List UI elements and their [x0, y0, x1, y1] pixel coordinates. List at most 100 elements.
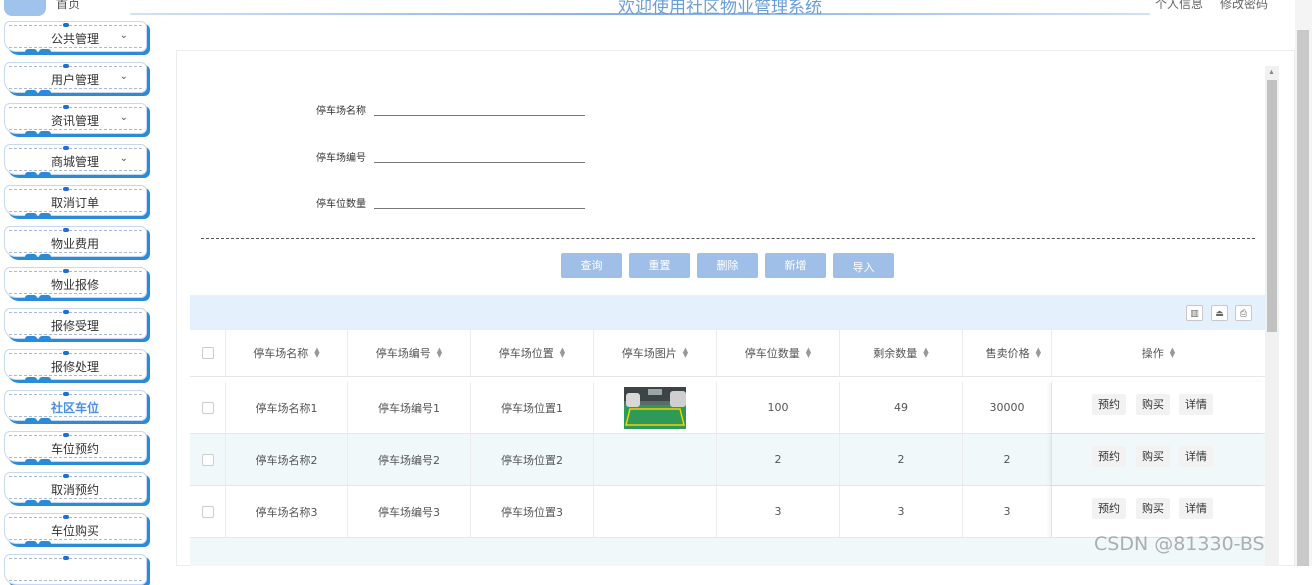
- field-label: 停车位数量: [316, 199, 366, 210]
- row-checkbox[interactable]: [201, 505, 214, 518]
- column-header[interactable]: 停车场位置 ▲ ▼: [471, 330, 594, 376]
- details-button[interactable]: 详情: [1179, 498, 1213, 519]
- menu-bubble: [25, 213, 37, 219]
- sidebar-item-repair-acceptance[interactable]: 报修受理: [4, 308, 147, 342]
- buy-button[interactable]: 购买: [1136, 498, 1170, 519]
- watermark: CSDN @81330-BS: [1094, 533, 1265, 555]
- page-title: 欢迎使用社区物业管理系统: [618, 0, 822, 18]
- menu-bubble: [39, 131, 51, 137]
- sidebar-item-cancel-order[interactable]: 取消订单: [4, 185, 147, 219]
- sidebar-item-partial[interactable]: [4, 554, 147, 585]
- parking-lot-name-input[interactable]: [374, 94, 585, 116]
- menu-bubble: [39, 90, 51, 96]
- sidebar-item-property-fee[interactable]: 物业费用: [4, 226, 147, 260]
- column-header[interactable]: 停车位数量 ▲ ▼: [717, 330, 840, 376]
- query-button[interactable]: 查询: [561, 253, 622, 278]
- reserve-button[interactable]: 预约: [1092, 446, 1126, 467]
- menu-bubble: [39, 49, 51, 55]
- sort-icon: ▲ ▼: [805, 346, 812, 359]
- sidebar-item-shop-management[interactable]: 商城管理 ⌄: [4, 144, 147, 178]
- menu-dot: [63, 474, 69, 478]
- table-row[interactable]: 停车场名称2 停车场编号2 停车场位置2 2 2 2 预约 购买 详情: [190, 434, 1265, 486]
- buy-button[interactable]: 购买: [1136, 394, 1170, 415]
- select-all-cell: [190, 330, 226, 376]
- menu-bubble: [25, 459, 37, 465]
- menu-bubble: [39, 336, 51, 342]
- page-scrollbar[interactable]: [1295, 0, 1312, 566]
- profile-link[interactable]: 个人信息: [1155, 0, 1203, 12]
- details-button[interactable]: 详情: [1179, 394, 1213, 415]
- sort-icon: ▲ ▼: [314, 346, 320, 359]
- column-header[interactable]: 剩余数量 ▲ ▼: [840, 330, 963, 376]
- menu-bubble: [39, 459, 51, 465]
- menu-bubble: [39, 172, 51, 178]
- menu-bubble: [25, 90, 37, 96]
- column-header[interactable]: 停车场名称 ▲ ▼: [226, 330, 348, 376]
- home-link[interactable]: 首页: [56, 0, 80, 12]
- panel-scrollbar[interactable]: ▲: [1265, 66, 1279, 566]
- select-all-checkbox[interactable]: [201, 347, 214, 359]
- sidebar-item-label: 报修受理: [50, 319, 99, 333]
- menu-bubble: [39, 500, 51, 506]
- sidebar-item-user-management[interactable]: 用户管理 ⌄: [4, 62, 147, 96]
- column-header[interactable]: 停车场编号 ▲ ▼: [348, 330, 471, 376]
- parking-lot-image[interactable]: [624, 386, 686, 429]
- buy-button[interactable]: 购买: [1136, 446, 1170, 467]
- column-header[interactable]: 售卖价格 ▲ ▼: [963, 330, 1052, 376]
- sidebar-item-label: 车位购买: [50, 524, 99, 538]
- scrollbar-thumb[interactable]: [1267, 80, 1277, 332]
- sidebar-item-public-management[interactable]: 公共管理 ⌄: [4, 21, 147, 55]
- details-button[interactable]: 详情: [1179, 446, 1213, 467]
- cell-code: 停车场编号2: [348, 434, 471, 485]
- cell-name: 停车场名称1: [226, 382, 348, 433]
- add-button[interactable]: 新增: [765, 253, 826, 278]
- table-row[interactable]: 停车场名称1 停车场编号1 停车场位置1 100 49 30000 预约 购买: [190, 382, 1265, 434]
- sort-icon: ▲ ▼: [1169, 346, 1176, 359]
- reserve-button[interactable]: 预约: [1092, 394, 1126, 415]
- column-header[interactable]: 操作 ▲ ▼: [1052, 330, 1265, 376]
- export-icon[interactable]: ⏏: [1211, 305, 1228, 321]
- parking-space-count-input[interactable]: [374, 187, 585, 209]
- menu-dot: [63, 228, 69, 232]
- sidebar-item-repair-handling[interactable]: 报修处理: [4, 349, 147, 383]
- scroll-up-icon[interactable]: ▲: [1268, 69, 1275, 76]
- delete-button[interactable]: 删除: [697, 253, 758, 278]
- menu-bubble: [39, 254, 51, 260]
- change-password-link[interactable]: 修改密码: [1220, 0, 1268, 12]
- row-checkbox[interactable]: [201, 453, 214, 466]
- menu-bubble: [25, 49, 37, 55]
- import-button[interactable]: 导入: [833, 253, 894, 278]
- scrollbar-thumb[interactable]: [1297, 30, 1309, 566]
- cell-price: 30000: [963, 382, 1052, 433]
- reset-button[interactable]: 重置: [629, 253, 690, 278]
- cell-price: 3: [963, 486, 1052, 537]
- sort-icon: ▲ ▼: [682, 346, 689, 359]
- cell-code: 停车场编号1: [348, 382, 471, 433]
- sidebar-item-property-repair[interactable]: 物业报修: [4, 267, 147, 301]
- chevron-down-icon: ⌄: [119, 71, 128, 82]
- sidebar-item-parking-reservation[interactable]: 车位预约: [4, 431, 147, 465]
- parking-lot-code-input[interactable]: [374, 141, 585, 163]
- menu-bubble: [39, 295, 51, 301]
- sidebar-item-community-parking[interactable]: 社区车位: [4, 390, 147, 424]
- cell-location: 停车场位置2: [471, 434, 594, 485]
- menu-dot: [63, 105, 69, 109]
- sort-icon: ▲ ▼: [1035, 346, 1041, 359]
- sidebar-item-cancel-reservation[interactable]: 取消预约: [4, 472, 147, 506]
- form-divider: [201, 238, 1255, 239]
- row-checkbox[interactable]: [201, 401, 214, 414]
- menu-bubble: [25, 541, 37, 547]
- print-icon[interactable]: ⎙: [1235, 305, 1252, 321]
- row-actions: 预约 购买 详情: [1052, 486, 1265, 537]
- reserve-button[interactable]: 预约: [1092, 498, 1126, 519]
- menu-bubble: [39, 213, 51, 219]
- sidebar-item-parking-purchase[interactable]: 车位购买: [4, 513, 147, 547]
- columns-icon[interactable]: ▥: [1186, 305, 1203, 321]
- column-header[interactable]: 停车场图片 ▲ ▼: [594, 330, 717, 376]
- sidebar-item-news-management[interactable]: 资讯管理 ⌄: [4, 103, 147, 137]
- table-header: 停车场名称 ▲ ▼ 停车场编号 ▲ ▼ 停车场位置 ▲ ▼ 停车场图片 ▲ ▼ 停车位数量 ▲ ▼ …: [190, 330, 1265, 377]
- table-row[interactable]: 停车场名称3 停车场编号3 停车场位置3 3 3 3 预约 购买 详情: [190, 486, 1265, 538]
- field-label: 停车场名称: [316, 106, 366, 117]
- sort-icon: ▲ ▼: [923, 346, 929, 359]
- row-actions: 预约 购买 详情: [1052, 434, 1265, 485]
